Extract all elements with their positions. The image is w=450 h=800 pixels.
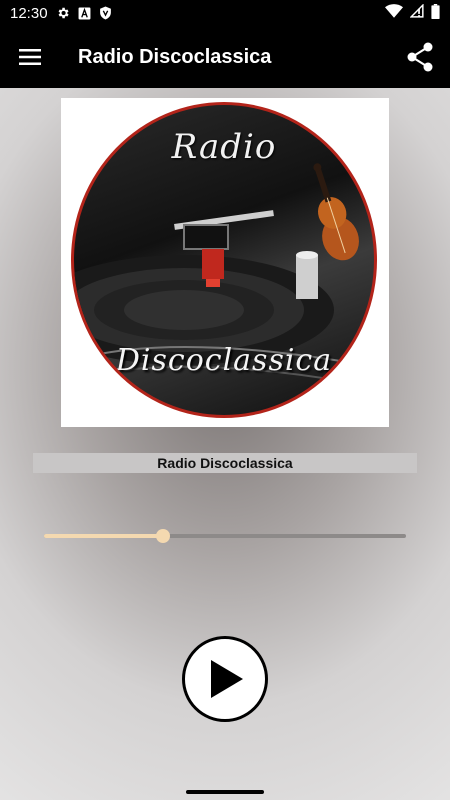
- cover-logo-text-radio: Radio: [171, 127, 277, 167]
- a-box-icon: [78, 7, 91, 20]
- volume-slider[interactable]: [44, 526, 406, 546]
- home-indicator[interactable]: [186, 790, 264, 794]
- volume-thumb[interactable]: [156, 529, 171, 543]
- status-time: 12:30: [10, 4, 48, 22]
- station-name-label: Radio Discoclassica: [33, 453, 417, 473]
- app-bar: Radio Discoclassica: [0, 26, 450, 88]
- play-button[interactable]: [182, 636, 268, 722]
- status-bar: 12:30: [0, 0, 450, 26]
- signal-icon: [409, 3, 424, 22]
- play-icon: [211, 660, 243, 698]
- app-title: Radio Discoclassica: [78, 45, 272, 68]
- cover-disc: Radio Discoclassica: [71, 102, 377, 418]
- wifi-icon: [385, 4, 403, 22]
- volume-fill: [44, 534, 164, 538]
- hamburger-menu-icon[interactable]: [0, 26, 60, 88]
- share-icon[interactable]: [390, 26, 450, 88]
- gear-icon: [56, 6, 70, 20]
- shield-icon: [99, 6, 112, 20]
- station-cover-art: Radio Discoclassica: [61, 98, 389, 427]
- cover-logo-text-discoclassica: Discoclassica: [115, 343, 333, 378]
- battery-icon: [431, 3, 440, 23]
